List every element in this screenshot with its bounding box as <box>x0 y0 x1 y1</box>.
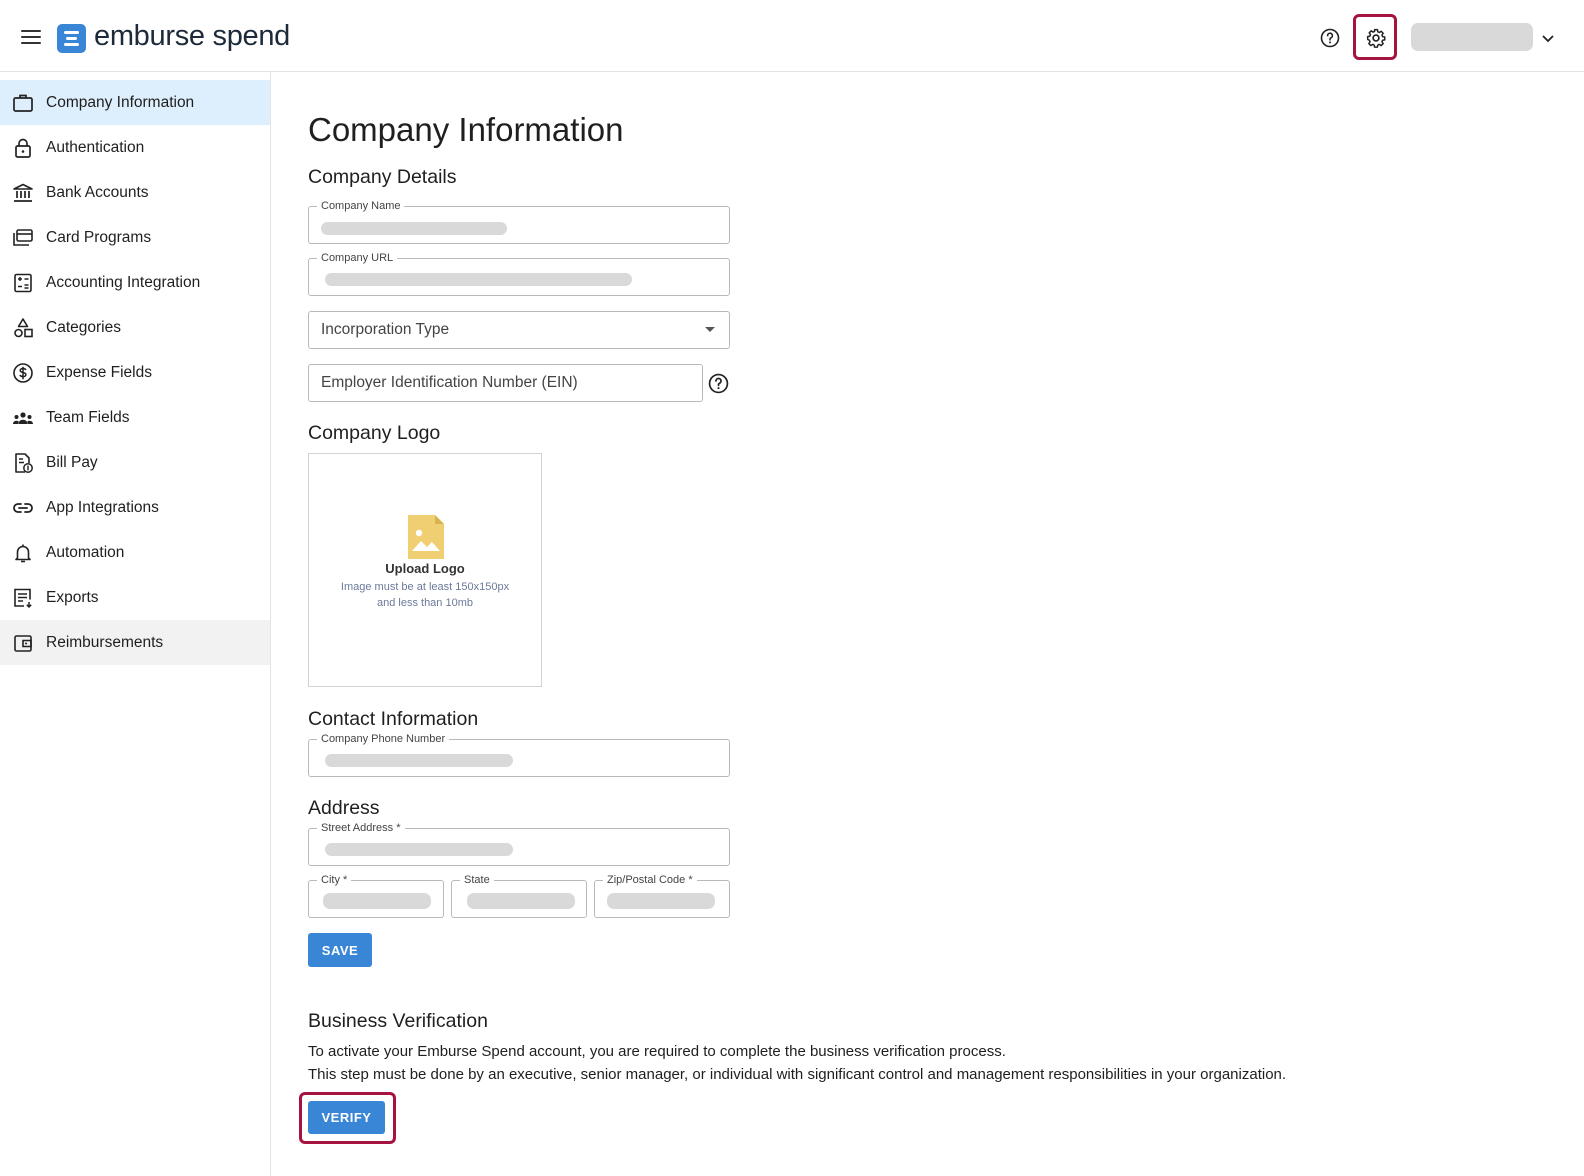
dropdown-arrow-icon <box>705 327 715 332</box>
page-title: Company Information <box>308 111 624 148</box>
help-circle-icon[interactable] <box>1320 28 1340 48</box>
redacted-value <box>325 273 632 286</box>
upload-logo-title: Upload Logo <box>385 561 465 576</box>
hamburger-icon[interactable] <box>21 30 41 46</box>
ein-input[interactable]: Employer Identification Number (EIN) <box>308 364 703 402</box>
sidebar-item-bank-accounts[interactable]: Bank Accounts <box>0 170 270 215</box>
sidebar-item-exports[interactable]: Exports <box>0 575 270 620</box>
account-menu[interactable] <box>1411 23 1533 51</box>
image-file-icon <box>408 515 444 559</box>
sidebar-item-reimbursements[interactable]: Reimbursements <box>0 620 270 665</box>
company-url-field[interactable]: Company URL <box>308 250 730 296</box>
settings-sidebar: Company Information Authentication Bank … <box>0 72 271 1176</box>
sidebar-item-label: Card Programs <box>46 229 152 246</box>
company-logo-heading: Company Logo <box>308 422 441 444</box>
sidebar-item-automation[interactable]: Automation <box>0 530 270 575</box>
company-phone-field[interactable]: Company Phone Number <box>308 731 730 777</box>
chevron-down-icon[interactable] <box>1542 30 1554 48</box>
top-bar: emburse spend <box>0 0 1584 72</box>
sidebar-item-company-information[interactable]: Company Information <box>0 80 270 125</box>
verify-button[interactable]: VERIFY <box>308 1101 385 1134</box>
ein-placeholder: Employer Identification Number (EIN) <box>321 374 578 391</box>
street-address-label: Street Address * <box>317 820 405 836</box>
redacted-value <box>325 843 513 856</box>
sidebar-item-label: Exports <box>46 589 99 606</box>
verification-description: To activate your Emburse Spend account, … <box>308 1043 1006 1060</box>
help-circle-icon[interactable] <box>708 373 729 394</box>
sidebar-item-label: Categories <box>46 319 121 336</box>
export-list-icon <box>14 588 32 609</box>
state-label: State <box>460 872 494 888</box>
sidebar-item-card-programs[interactable]: Card Programs <box>0 215 270 260</box>
bill-icon <box>15 453 33 473</box>
upload-logo-dropzone[interactable]: Upload Logo Image must be at least 150x1… <box>308 453 542 687</box>
redacted-value <box>607 893 715 909</box>
company-details-heading: Company Details <box>308 166 457 188</box>
sidebar-item-label: Automation <box>46 544 125 561</box>
upload-logo-hint: Image must be at least 150x150px and les… <box>309 579 541 611</box>
sidebar-item-authentication[interactable]: Authentication <box>0 125 270 170</box>
incorporation-type-select[interactable]: Incorporation Type <box>308 311 730 349</box>
settings-button[interactable] <box>1353 14 1397 60</box>
sidebar-item-label: Accounting Integration <box>46 274 201 291</box>
business-verification-heading: Business Verification <box>308 1010 488 1032</box>
city-label: City * <box>317 872 352 888</box>
sidebar-item-accounting-integration[interactable]: Accounting Integration <box>0 260 270 305</box>
incorporation-type-placeholder: Incorporation Type <box>321 321 450 338</box>
sidebar-item-categories[interactable]: Categories <box>0 305 270 350</box>
sidebar-item-label: Expense Fields <box>46 364 152 381</box>
upload-logo-hint-line: Image must be at least 150x150px <box>340 581 510 593</box>
redacted-value <box>467 893 575 909</box>
link-icon <box>13 503 33 513</box>
cards-icon <box>13 229 33 246</box>
upload-logo-hint-line: and less than 10mb <box>376 597 473 609</box>
sidebar-item-app-integrations[interactable]: App Integrations <box>0 485 270 530</box>
sidebar-item-label: Company Information <box>46 94 195 111</box>
redacted-value <box>323 893 431 909</box>
brand-name-primary: emburse <box>94 20 205 52</box>
dollar-circle-icon <box>13 363 33 383</box>
zip-code-label: Zip/Postal Code * <box>603 872 697 888</box>
contact-information-heading: Contact Information <box>308 708 479 730</box>
sidebar-item-label: Bank Accounts <box>46 184 149 201</box>
sidebar-item-label: App Integrations <box>46 499 159 516</box>
company-name-label: Company Name <box>317 198 405 214</box>
zip-code-field[interactable]: Zip/Postal Code * <box>594 872 730 918</box>
briefcase-icon <box>13 94 33 112</box>
calculator-icon <box>14 273 32 293</box>
sidebar-item-label: Team Fields <box>46 409 130 426</box>
state-field[interactable]: State <box>451 872 587 918</box>
lock-icon <box>15 138 31 158</box>
gear-icon <box>1366 28 1386 48</box>
save-button[interactable]: SAVE <box>308 933 372 967</box>
bank-icon <box>13 183 33 202</box>
sidebar-item-label: Authentication <box>46 139 145 156</box>
sidebar-item-team-fields[interactable]: Team Fields <box>0 395 270 440</box>
company-name-field[interactable]: Company Name <box>308 198 730 244</box>
sidebar-item-label: Bill Pay <box>46 454 98 471</box>
shapes-icon <box>14 318 33 338</box>
brand-name-secondary: spend <box>204 20 291 52</box>
company-url-label: Company URL <box>317 250 398 266</box>
address-heading: Address <box>308 797 380 819</box>
sidebar-item-label: Reimbursements <box>46 634 164 651</box>
redacted-value <box>321 222 507 235</box>
sidebar-item-expense-fields[interactable]: Expense Fields <box>0 350 270 395</box>
wallet-icon <box>14 635 32 652</box>
city-field[interactable]: City * <box>308 872 444 918</box>
company-phone-label: Company Phone Number <box>317 731 450 747</box>
bell-icon <box>15 544 31 563</box>
street-address-field[interactable]: Street Address * <box>308 820 730 866</box>
sidebar-item-bill-pay[interactable]: Bill Pay <box>0 440 270 485</box>
team-icon <box>13 412 33 424</box>
brand-name[interactable]: emburse spend <box>94 18 290 54</box>
redacted-value <box>325 754 513 767</box>
brand-logo-icon <box>57 24 86 53</box>
verification-requirement: This step must be done by an executive, … <box>308 1066 1287 1083</box>
